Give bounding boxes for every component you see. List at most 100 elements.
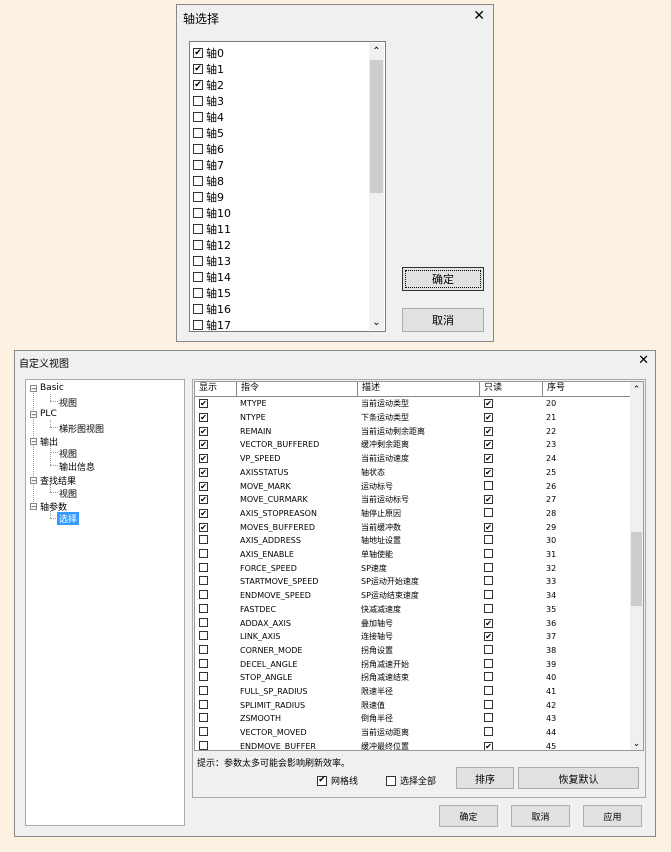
axis-list-item[interactable]: 轴10 [193, 205, 231, 221]
show-checkbox[interactable] [199, 631, 208, 641]
readonly-checkbox[interactable] [484, 686, 493, 696]
axis-list-item[interactable]: 轴7 [193, 157, 231, 173]
readonly-checkbox[interactable]: ✔ [484, 522, 493, 532]
axis-list-item[interactable]: ✔ 轴0 [193, 45, 231, 61]
readonly-checkbox[interactable]: ✔ [484, 399, 493, 409]
table-row[interactable]: ✔ MOVES_BUFFERED 当前缓冲数 ✔ 29 [195, 520, 632, 534]
axis-checkbox[interactable] [193, 240, 203, 250]
scroll-thumb[interactable] [631, 532, 642, 606]
column-header[interactable]: 只读 [480, 382, 543, 396]
show-checkbox[interactable]: ✔ [199, 508, 208, 518]
readonly-checkbox[interactable]: ✔ [484, 467, 493, 477]
ok-button[interactable]: 确定 [439, 805, 498, 827]
tree-node-basic-view[interactable]: 视图 [59, 396, 77, 409]
axis-checkbox[interactable] [193, 192, 203, 202]
axis-checkbox[interactable] [193, 176, 203, 186]
select-all-option[interactable]: 选择全部 [386, 774, 436, 787]
readonly-checkbox[interactable]: ✔ [484, 413, 493, 423]
table-row[interactable]: AXIS_ADDRESS 轴地址设置 30 [195, 534, 632, 548]
reset-defaults-button[interactable]: 恢复默认 [518, 767, 639, 789]
readonly-checkbox[interactable] [484, 658, 493, 668]
show-checkbox[interactable] [199, 535, 208, 545]
table-row[interactable]: ✔ VP_SPEED 当前运动速度 ✔ 24 [195, 452, 632, 466]
readonly-checkbox[interactable] [484, 549, 493, 559]
collapse-icon[interactable]: − [30, 384, 37, 392]
table-row[interactable]: ✔ MTYPE 当前运动类型 ✔ 20 [195, 397, 632, 411]
grid-lines-checkbox[interactable]: ✔ [317, 775, 327, 786]
table-row[interactable]: ENDMOVE_BUFFER 缓冲最终位置 ✔ 45 [195, 740, 632, 750]
scrollbar[interactable]: ⌃ ⌄ [630, 382, 643, 750]
cancel-button[interactable]: 取消 [402, 308, 484, 332]
readonly-checkbox[interactable]: ✔ [484, 618, 493, 628]
axis-list-item[interactable]: 轴15 [193, 285, 231, 301]
axis-list-item[interactable]: 轴8 [193, 173, 231, 189]
readonly-checkbox[interactable]: ✔ [484, 454, 493, 464]
grid-lines-option[interactable]: ✔ 网格线 [317, 774, 358, 787]
show-checkbox[interactable] [199, 658, 208, 668]
select-all-checkbox[interactable] [386, 775, 396, 786]
table-row[interactable]: SPLIMIT_RADIUS 限速值 42 [195, 698, 632, 712]
collapse-icon[interactable]: − [30, 503, 37, 511]
table-row[interactable]: VECTOR_MOVED 当前运动距离 44 [195, 726, 632, 740]
show-checkbox[interactable]: ✔ [199, 399, 208, 409]
axis-checkbox[interactable] [193, 272, 203, 282]
table-row[interactable]: ENDMOVE_SPEED SP运动结束速度 34 [195, 589, 632, 603]
axis-checkbox[interactable] [193, 224, 203, 234]
axis-list-item[interactable]: 轴16 [193, 301, 231, 317]
chevron-up-icon[interactable]: ⌃ [369, 45, 384, 59]
show-checkbox[interactable]: ✔ [199, 413, 208, 423]
axis-checkbox[interactable] [193, 160, 203, 170]
collapse-icon[interactable]: − [30, 438, 37, 446]
column-header[interactable]: 序号 [543, 382, 632, 396]
table-row[interactable]: ✔ NTYPE 下条运动类型 ✔ 21 [195, 411, 632, 425]
table-row[interactable]: STOP_ANGLE 拐角减速结束 40 [195, 671, 632, 685]
scroll-thumb[interactable] [370, 60, 383, 193]
readonly-checkbox[interactable] [484, 644, 493, 654]
apply-button[interactable]: 应用 [583, 805, 642, 827]
readonly-checkbox[interactable] [484, 603, 493, 613]
show-checkbox[interactable]: ✔ [199, 467, 208, 477]
readonly-checkbox[interactable] [484, 672, 493, 682]
show-checkbox[interactable] [199, 590, 208, 600]
axis-list-item[interactable]: ✔ 轴1 [193, 61, 231, 77]
show-checkbox[interactable] [199, 644, 208, 654]
axis-checkbox[interactable] [193, 128, 203, 138]
axis-list-item[interactable]: 轴14 [193, 269, 231, 285]
chevron-down-icon[interactable]: ⌄ [630, 738, 643, 750]
table-row[interactable]: ✔ AXISSTATUS 轴状态 ✔ 25 [195, 466, 632, 480]
collapse-icon[interactable]: − [30, 410, 37, 418]
readonly-checkbox[interactable] [484, 562, 493, 572]
readonly-checkbox[interactable]: ✔ [484, 741, 493, 750]
axis-list-item[interactable]: 轴17 [193, 317, 231, 331]
table-row[interactable]: ✔ VECTOR_BUFFERED 缓冲剩余距离 ✔ 23 [195, 438, 632, 452]
axis-list-item[interactable]: ✔ 轴2 [193, 77, 231, 93]
axis-checkbox[interactable] [193, 112, 203, 122]
tree-node-search[interactable]: − 查找结果 [30, 474, 76, 487]
table-row[interactable]: AXIS_ENABLE 单轴使能 31 [195, 548, 632, 562]
readonly-checkbox[interactable] [484, 535, 493, 545]
axis-list-item[interactable]: 轴4 [193, 109, 231, 125]
show-checkbox[interactable] [199, 699, 208, 709]
axis-list-item[interactable]: 轴9 [193, 189, 231, 205]
axis-list-item[interactable]: 轴11 [193, 221, 231, 237]
table-row[interactable]: ✔ MOVE_CURMARK 当前运动标号 ✔ 27 [195, 493, 632, 507]
show-checkbox[interactable]: ✔ [199, 440, 208, 450]
tree-node-basic[interactable]: − Basic [30, 383, 64, 393]
chevron-up-icon[interactable]: ⌃ [630, 384, 643, 396]
tree-node-output[interactable]: − 输出 [30, 435, 58, 448]
show-checkbox[interactable]: ✔ [199, 522, 208, 532]
tree-node-output-view[interactable]: 视图 [59, 447, 77, 460]
tree-node-axis-select[interactable]: 选择 [57, 512, 80, 525]
table-row[interactable]: DECEL_ANGLE 拐角减速开始 39 [195, 657, 632, 671]
axis-checkbox[interactable] [193, 288, 203, 298]
table-row[interactable]: LINK_AXIS 连接轴号 ✔ 37 [195, 630, 632, 644]
show-checkbox[interactable] [199, 576, 208, 586]
show-checkbox[interactable] [199, 713, 208, 723]
axis-checkbox[interactable] [193, 304, 203, 314]
sort-button[interactable]: 排序 [456, 767, 514, 789]
axis-checkbox[interactable] [193, 96, 203, 106]
table-row[interactable]: ✔ MOVE_MARK 运动标号 26 [195, 479, 632, 493]
tree-node-output-info[interactable]: 输出信息 [59, 460, 95, 473]
show-checkbox[interactable] [199, 562, 208, 572]
readonly-checkbox[interactable]: ✔ [484, 495, 493, 505]
